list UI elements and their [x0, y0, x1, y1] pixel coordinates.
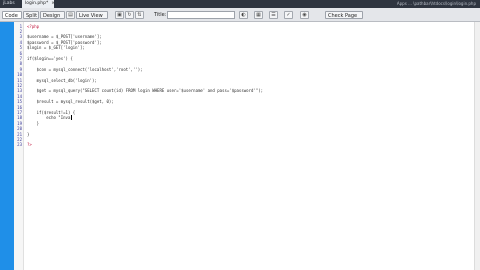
line-number: 6: [19, 50, 22, 56]
file-path: Apps ... \pathbar\htdocs\login\login.php: [396, 1, 476, 6]
code-line[interactable]: <?php: [27, 24, 39, 29]
refresh-icon[interactable]: ↻: [125, 11, 134, 19]
preview-icon[interactable]: ◐: [239, 11, 248, 19]
line-number: 23: [17, 142, 22, 148]
code-line[interactable]: ?>: [27, 142, 32, 147]
check-page-label: Check Page: [328, 13, 358, 19]
file-management-icon[interactable]: ⇅: [135, 11, 144, 19]
code-editor[interactable]: <?php $username = $_POST['username']; $pas…: [27, 22, 480, 270]
live-view-label: Live View: [79, 13, 103, 19]
line-number: 21: [17, 131, 22, 137]
code-view-label: Code: [5, 13, 18, 19]
multiscreen-icon[interactable]: ▣: [115, 11, 124, 19]
code-line[interactable]: $result = mysql_result($get, 0);: [27, 99, 114, 104]
line-number: 16: [17, 104, 22, 110]
line-number: 3: [19, 34, 22, 40]
split-view-label: Split: [26, 13, 38, 19]
split-view-button[interactable]: Split: [23, 11, 39, 19]
line-number: 20: [17, 126, 22, 132]
vertical-scrollbar[interactable]: [474, 22, 480, 270]
line-number: 8: [19, 61, 22, 67]
coding-toolbar: [0, 22, 14, 270]
title-label: Title:: [154, 12, 167, 18]
code-view-button[interactable]: Code: [2, 11, 22, 19]
visual-aids-icon[interactable]: ▦: [254, 11, 263, 19]
line-number: 7: [19, 55, 22, 61]
document-toolbar: Code Split Design ▤ Live View ▣ ↻ ⇅ Titl…: [0, 8, 480, 22]
tab-label: jLabs: [3, 1, 15, 6]
code-line[interactable]: if($login=='yes') {: [27, 56, 73, 61]
line-number: 5: [19, 45, 22, 51]
line-number: 9: [19, 66, 22, 72]
line-number: 10: [17, 72, 22, 78]
code-line[interactable]: $login = $_GET['login'];: [27, 45, 85, 50]
line-number: 15: [17, 99, 22, 105]
live-view-button[interactable]: Live View: [76, 11, 108, 19]
code-line[interactable]: }: [27, 132, 29, 137]
code-line[interactable]: if($result!=1) {: [27, 110, 76, 115]
validate-icon[interactable]: ✓: [284, 11, 293, 19]
code-line[interactable]: $username = $_POST['username'];: [27, 34, 102, 39]
check-page-button[interactable]: Check Page: [325, 11, 363, 19]
line-number: 2: [19, 28, 22, 34]
code-line[interactable]: }: [27, 121, 39, 126]
document-tab-bar: jLabs login.php* × Apps ... \pathbar\htdo…: [0, 0, 480, 8]
close-icon[interactable]: ×: [51, 1, 55, 6]
design-view-label: Design: [43, 13, 61, 19]
line-number-gutter: 1 2 3 4 5 6 7 8 9 10 11 12 13 14 15 16 17 18 19 20 21 22 23: [14, 22, 24, 270]
view-options-icon[interactable]: ☰: [269, 11, 278, 19]
line-number: 1: [19, 23, 22, 29]
line-number: 11: [17, 77, 22, 83]
line-number: 17: [17, 109, 22, 115]
line-number: 13: [17, 88, 22, 94]
line-number: 19: [17, 120, 22, 126]
code-line[interactable]: $con = mysql_connect('localhost','root',…: [27, 67, 143, 72]
code-line[interactable]: mysql_select_db('login');: [27, 78, 97, 83]
design-view-button[interactable]: Design: [40, 11, 65, 19]
code-line[interactable]: echo "Inva: [27, 115, 70, 120]
tab-jlabs[interactable]: jLabs: [0, 0, 22, 8]
tab-label: login.php*: [25, 1, 49, 6]
code-line[interactable]: $password = $_POST['password'];: [27, 40, 102, 45]
tab-login-php[interactable]: login.php* ×: [22, 0, 55, 8]
line-number: 18: [17, 115, 22, 121]
line-number: 14: [17, 93, 22, 99]
inspect-icon[interactable]: ▤: [66, 11, 75, 19]
line-number: 4: [19, 39, 22, 45]
browser-compat-icon[interactable]: ◉: [300, 11, 309, 19]
text-cursor: [70, 115, 72, 121]
title-input[interactable]: [167, 11, 235, 19]
line-number: 22: [17, 136, 22, 142]
code-line[interactable]: $get = mysql_query("SELECT count(id) FRO…: [27, 88, 263, 93]
line-number: 12: [17, 82, 22, 88]
